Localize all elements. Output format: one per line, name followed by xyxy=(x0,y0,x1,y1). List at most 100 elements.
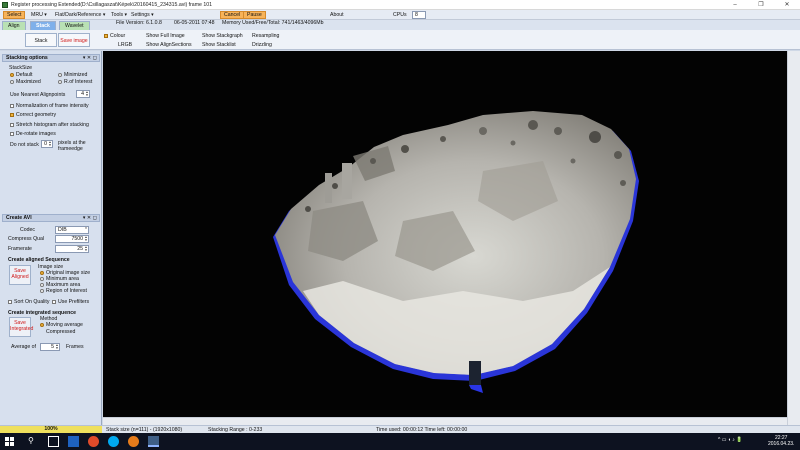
maximized-label: Maximized xyxy=(16,79,41,85)
average-of-input[interactable]: 5 ▲ ▼ xyxy=(40,343,60,351)
drizzling-option[interactable]: Drizzling xyxy=(252,42,272,48)
menu-mru[interactable]: MRU ▾ xyxy=(28,11,50,19)
progress-bar: 100% xyxy=(0,426,102,433)
lrgb-option[interactable]: LRGB xyxy=(118,42,132,48)
menu-select[interactable]: Select xyxy=(3,11,26,19)
menu-flat-dark-reference[interactable]: Flat/Dark/Reference ▾ xyxy=(52,11,108,19)
radio-icon xyxy=(40,276,44,281)
region-of-interest-radio[interactable]: Region of Interest xyxy=(40,288,87,294)
memory-info: Memory Used/Free/Total: 741/1463/4096Mb xyxy=(222,20,324,26)
save-image-button[interactable]: Save image xyxy=(58,33,90,47)
radio-icon xyxy=(10,72,14,77)
minimize-button[interactable]: – xyxy=(722,0,748,10)
derotate-checkbox[interactable]: De-rotate images xyxy=(10,131,56,137)
default-label: Default xyxy=(16,72,33,78)
alignpoints-input[interactable]: 4 ▲ ▼ xyxy=(76,90,90,98)
radio-icon xyxy=(40,270,44,275)
chrome-icon[interactable] xyxy=(88,436,99,447)
cpus-select[interactable]: 8 xyxy=(412,11,426,19)
menu-about[interactable]: About xyxy=(327,11,347,19)
cpus-label: CPUs xyxy=(393,12,407,18)
do-not-stack-label: Do not stack xyxy=(10,142,39,148)
panel-pin-icon[interactable]: ▾ ✕ ◻ xyxy=(83,55,97,61)
save-app-icon[interactable] xyxy=(68,436,79,447)
checkbox-icon xyxy=(10,103,14,108)
radio-icon xyxy=(40,322,44,327)
radio-icon xyxy=(40,282,44,287)
colour-check-icon xyxy=(104,33,108,38)
tab-wavelet[interactable]: Wavelet xyxy=(59,21,90,30)
colour-label: Colour xyxy=(110,33,126,39)
moving-average-radio[interactable]: Moving average xyxy=(40,322,83,328)
framerate-input[interactable]: 25 ▲ ▼ xyxy=(55,245,89,253)
codec-select[interactable]: DIB ▾ xyxy=(55,226,89,234)
spin-arrows-icon[interactable]: ▲ ▼ xyxy=(84,246,88,252)
taskbar: ⚲ ^ ▭ ◖ ♪ 🔋 22:27 2016.04.23. xyxy=(0,433,800,450)
image-viewport[interactable] xyxy=(103,51,787,417)
progress-label: 100% xyxy=(44,426,58,432)
chevron-down-icon[interactable]: ▾ xyxy=(84,227,88,233)
colour-checkbox[interactable]: Colour xyxy=(104,33,125,39)
stacking-options-header: Stacking options ▾ ✕ ◻ xyxy=(2,54,100,62)
firefox-icon[interactable] xyxy=(128,436,139,447)
build-date: 06-05-2011 07:48 xyxy=(174,20,215,26)
skype-icon[interactable] xyxy=(108,436,119,447)
roi-label: R.of Interest xyxy=(64,79,93,85)
panel-pin-icon[interactable]: ▾ ✕ ◻ xyxy=(83,215,97,221)
tab-stack[interactable]: Stack xyxy=(30,21,56,30)
task-view-icon[interactable] xyxy=(48,436,59,447)
show-alignsections-option[interactable]: Show AlignSections xyxy=(146,42,192,48)
maximized-radio[interactable]: Maximized xyxy=(10,79,41,85)
tray-icons[interactable]: ^ ▭ ◖ ♪ 🔋 xyxy=(718,437,742,443)
codec-label: Codec xyxy=(20,227,35,233)
pause-button[interactable]: Pause xyxy=(243,11,266,19)
compress-qual-input[interactable]: 7500 ▲ ▼ xyxy=(55,235,89,243)
file-version: File Version: 6.1.0.8 xyxy=(116,20,162,26)
stacksize-label: StackSize xyxy=(9,65,33,71)
compressed-option[interactable]: Compressed xyxy=(46,329,75,335)
menu-settings[interactable]: Settings ▾ xyxy=(128,11,157,19)
minimized-radio[interactable]: Minimized xyxy=(58,72,87,78)
save-aligned-button[interactable]: Save Aligned xyxy=(9,265,31,285)
show-stacklist-option[interactable]: Show Stacklist xyxy=(202,42,236,48)
windows-start-icon[interactable] xyxy=(5,437,14,446)
show-full-image-option[interactable]: Show Full Image xyxy=(146,33,185,39)
radio-icon xyxy=(58,72,62,77)
checkbox-icon xyxy=(10,131,14,136)
menu-tools[interactable]: Tools ▾ xyxy=(108,11,130,19)
show-stackgraph-option[interactable]: Show Stackgraph xyxy=(202,33,243,39)
clock-date: 2016.04.23. xyxy=(768,441,795,447)
create-avi-title: Create AVI xyxy=(6,215,32,221)
registax-app-icon[interactable] xyxy=(148,436,159,447)
close-button[interactable]: ✕ xyxy=(774,0,800,10)
spin-arrows-icon[interactable]: ▲ ▼ xyxy=(55,344,59,350)
cancel-button[interactable]: Cancel xyxy=(220,11,245,19)
compress-qual-label: Compress Qual xyxy=(8,236,45,242)
spin-arrows-icon[interactable]: ▲ ▼ xyxy=(84,236,88,242)
checkbox-icon xyxy=(8,299,12,304)
minimized-label: Minimized xyxy=(64,72,88,78)
roi-radio[interactable]: R.of Interest xyxy=(58,79,92,85)
app-icon xyxy=(2,2,8,8)
tab-align[interactable]: Align xyxy=(2,21,26,30)
vertical-scrollbar[interactable] xyxy=(787,51,800,425)
default-radio[interactable]: Default xyxy=(10,72,32,78)
stretch-histogram-checkbox[interactable]: Stretch histogram after stacking xyxy=(10,122,89,128)
do-not-stack-input[interactable]: 0 ▲ ▼ xyxy=(41,140,53,148)
spin-arrows-icon[interactable]: ▲ ▼ xyxy=(48,141,52,147)
resampling-option[interactable]: Resampling xyxy=(252,33,279,39)
stack-button[interactable]: Stack xyxy=(25,33,57,47)
checkbox-icon xyxy=(52,299,56,304)
normalization-checkbox[interactable]: Normalization of frame intensity xyxy=(10,103,89,109)
radio-icon xyxy=(58,79,62,84)
maximize-button[interactable]: ❐ xyxy=(748,0,774,10)
use-prefilters-checkbox[interactable]: Use Prefilters xyxy=(52,299,89,305)
save-integrated-button[interactable]: Save Integrated xyxy=(9,317,33,337)
search-icon[interactable]: ⚲ xyxy=(28,436,34,445)
sort-on-quality-checkbox[interactable]: Sort On Quality xyxy=(8,299,49,305)
clock[interactable]: 22:27 2016.04.23. xyxy=(768,435,794,447)
correct-geometry-checkbox[interactable]: Correct geometry xyxy=(10,112,56,118)
average-of-label: Average of xyxy=(11,344,36,350)
horizontal-scrollbar[interactable] xyxy=(103,417,787,425)
spin-arrows-icon[interactable]: ▲ ▼ xyxy=(85,91,89,97)
